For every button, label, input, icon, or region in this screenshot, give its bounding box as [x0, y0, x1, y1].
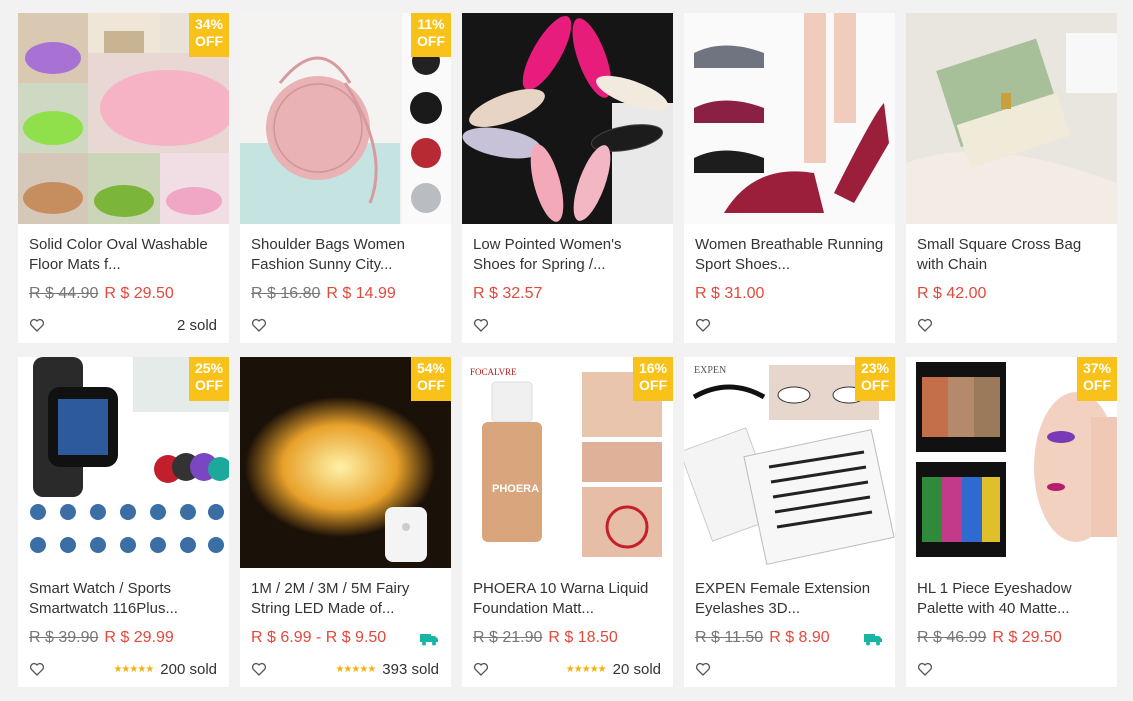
sale-price: R $ 29.50 — [992, 629, 1062, 646]
rating-stars: ★★★★★ — [335, 663, 376, 675]
sale-price: R $ 29.50 — [104, 285, 174, 302]
product-title[interactable]: Low Pointed Women's Shoes for Spring /..… — [473, 235, 665, 275]
heart-icon[interactable] — [29, 661, 45, 677]
sale-price: R $ 18.50 — [548, 629, 618, 646]
price-row: R $ 44.90 R $ 29.50 — [29, 285, 174, 303]
discount-badge: 54% OFF — [411, 357, 451, 401]
sale-price: R $ 8.90 — [769, 629, 830, 646]
card-footer — [251, 315, 439, 335]
price-row: R $ 42.00 — [917, 285, 986, 303]
product-grid: 34% OFF Solid Color Oval Washable Floor M… — [18, 13, 1118, 687]
product-title[interactable]: Small Square Cross Bag with Chain — [917, 235, 1109, 275]
card-footer: ★★★★★ 200 sold — [29, 659, 217, 679]
product-image[interactable]: 37% OFF — [906, 357, 1117, 568]
product-card[interactable]: 34% OFF Solid Color Oval Washable Floor M… — [18, 13, 229, 343]
product-card[interactable]: EXPEN 23% OFF EXPEN Female Extension Eyel… — [684, 357, 895, 687]
product-title[interactable]: EXPEN Female Extension Eyelashes 3D... — [695, 579, 887, 619]
product-image[interactable]: FOCALVRE PHOERA 16% OFF — [462, 357, 673, 568]
bottle-label: PHOERA — [492, 483, 539, 495]
heart-icon[interactable] — [917, 661, 933, 677]
price-row: R $ 32.57 — [473, 285, 542, 303]
heart-icon[interactable] — [473, 317, 489, 333]
product-card[interactable]: 25% OFF Smart Watch / Sports Smartwatch 1… — [18, 357, 229, 687]
sale-price: R $ 6.99 - R $ 9.50 — [251, 629, 387, 646]
sold-count: 200 sold — [160, 660, 217, 678]
product-image[interactable]: 54% OFF — [240, 357, 451, 568]
product-card[interactable]: 54% OFF 1M / 2M / 3M / 5M Fairy String LE… — [240, 357, 451, 687]
product-card[interactable]: FOCALVRE PHOERA 16% OFF PHOERA 10 Warna L… — [462, 357, 673, 687]
original-price: R $ 16.80 — [251, 285, 321, 302]
discount-badge: 11% OFF — [411, 13, 451, 57]
product-title[interactable]: Shoulder Bags Women Fashion Sunny City..… — [251, 235, 443, 275]
card-footer: 2 sold — [29, 315, 217, 335]
heart-icon[interactable] — [29, 317, 45, 333]
heart-icon[interactable] — [695, 661, 711, 677]
free-shipping-icon — [864, 634, 882, 646]
sale-price: R $ 31.00 — [695, 285, 765, 302]
heart-icon[interactable] — [473, 661, 489, 677]
discount-badge: 23% OFF — [855, 357, 895, 401]
sale-price: R $ 29.99 — [104, 629, 174, 646]
heart-icon[interactable] — [251, 317, 267, 333]
original-price: R $ 21.90 — [473, 629, 543, 646]
sale-price: R $ 32.57 — [473, 285, 543, 302]
rating-stars: ★★★★★ — [113, 663, 154, 675]
sold-count: 2 sold — [176, 316, 217, 334]
product-card[interactable]: Low Pointed Women's Shoes for Spring /..… — [462, 13, 673, 343]
product-image[interactable]: 11% OFF — [240, 13, 451, 224]
sold-count: 393 sold — [382, 660, 439, 678]
product-title[interactable]: Smart Watch / Sports Smartwatch 116Plus.… — [29, 579, 221, 619]
product-image[interactable] — [462, 13, 673, 224]
product-title[interactable]: Solid Color Oval Washable Floor Mats f..… — [29, 235, 221, 275]
original-price: R $ 46.99 — [917, 629, 987, 646]
product-title[interactable]: 1M / 2M / 3M / 5M Fairy String LED Made … — [251, 579, 443, 619]
product-card[interactable]: Small Square Cross Bag with Chain R $ 42… — [906, 13, 1117, 343]
product-image[interactable] — [684, 13, 895, 224]
price-row: R $ 21.90 R $ 18.50 — [473, 629, 618, 647]
rating-stars: ★★★★★ — [565, 663, 607, 675]
card-footer — [917, 315, 1105, 335]
product-image[interactable]: EXPEN 23% OFF — [684, 357, 895, 568]
product-card[interactable]: 37% OFF HL 1 Piece Eyeshadow Palette with… — [906, 357, 1117, 687]
product-card[interactable]: Women Breathable Running Sport Shoes... … — [684, 13, 895, 343]
card-footer — [473, 315, 661, 335]
brand-text: FOCALVRE — [470, 367, 517, 377]
discount-badge: 16% OFF — [633, 357, 673, 401]
discount-badge: 25% OFF — [189, 357, 229, 401]
product-title[interactable]: PHOERA 10 Warna Liquid Foundation Matt..… — [473, 579, 665, 619]
brand-text: EXPEN — [694, 365, 726, 376]
card-footer — [695, 315, 883, 335]
heart-icon[interactable] — [917, 317, 933, 333]
price-row: R $ 11.50 R $ 8.90 — [695, 629, 830, 647]
original-price: R $ 39.90 — [29, 629, 99, 646]
discount-badge: 34% OFF — [189, 13, 229, 57]
card-footer: ★★★★★ 393 sold — [251, 659, 439, 679]
heart-icon[interactable] — [695, 317, 711, 333]
free-shipping-icon — [420, 634, 438, 646]
heart-icon[interactable] — [251, 661, 267, 677]
sale-price: R $ 14.99 — [326, 285, 396, 302]
price-row: R $ 16.80 R $ 14.99 — [251, 285, 396, 303]
price-row: R $ 31.00 — [695, 285, 764, 303]
product-card[interactable]: 11% OFF Shoulder Bags Women Fashion Sunny… — [240, 13, 451, 343]
original-price: R $ 11.50 — [695, 629, 764, 646]
product-image[interactable]: 34% OFF — [18, 13, 229, 224]
card-footer — [917, 659, 1105, 679]
product-image[interactable]: 25% OFF — [18, 357, 229, 568]
product-title[interactable]: Women Breathable Running Sport Shoes... — [695, 235, 887, 275]
card-footer: ★★★★★ 20 sold — [473, 659, 661, 679]
price-row: R $ 46.99 R $ 29.50 — [917, 629, 1062, 647]
original-price: R $ 44.90 — [29, 285, 99, 302]
price-row: R $ 6.99 - R $ 9.50 — [251, 629, 386, 647]
sale-price: R $ 42.00 — [917, 285, 987, 302]
product-title[interactable]: HL 1 Piece Eyeshadow Palette with 40 Mat… — [917, 579, 1109, 619]
discount-badge: 37% OFF — [1077, 357, 1117, 401]
product-image[interactable] — [906, 13, 1117, 224]
card-footer — [695, 659, 883, 679]
sold-count: 20 sold — [612, 660, 661, 678]
price-row: R $ 39.90 R $ 29.99 — [29, 629, 174, 647]
